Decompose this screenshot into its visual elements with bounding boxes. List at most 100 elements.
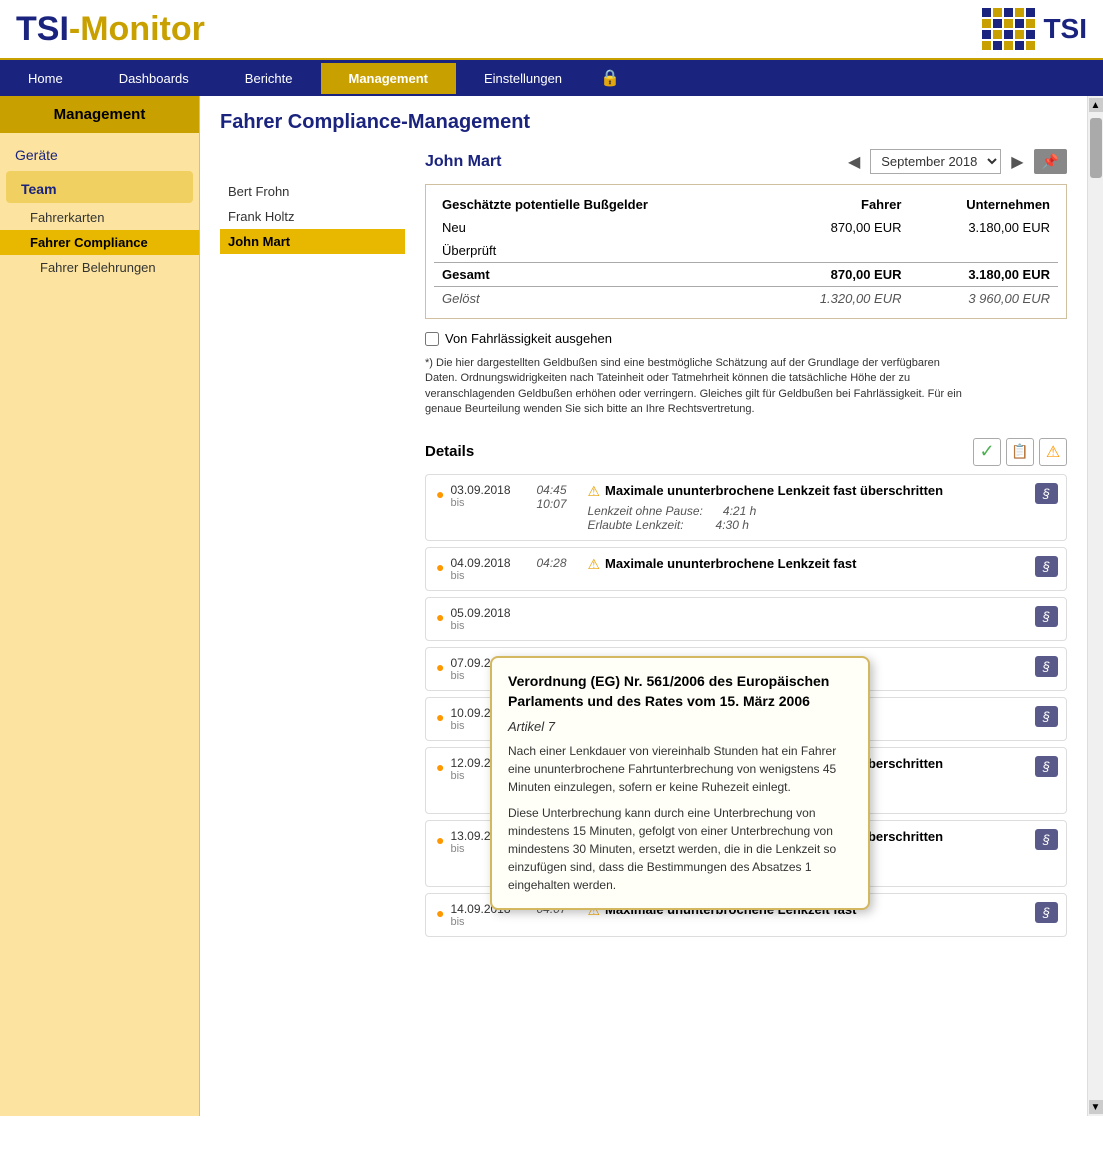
action-check-btn[interactable]: ✓ <box>973 438 1001 466</box>
par-btn-4[interactable]: § <box>1035 656 1058 677</box>
fine-col-header-unternehmen: Unternehmen <box>909 193 1058 216</box>
title-tsi: TSI <box>16 10 69 48</box>
detail-dot-6: ● <box>436 759 444 775</box>
app-title: TSI-Monitor <box>16 10 205 49</box>
right-content: John Mart ◀ September 2018 ▶ 📌 <box>425 149 1067 943</box>
detail-time-2: 04:28 <box>536 556 581 570</box>
detail-content-2: ⚠ Maximale ununterbrochene Lenkzeit fast <box>587 556 1056 573</box>
sidebar-item-fahrer-compliance[interactable]: Fahrer Compliance <box>0 230 199 255</box>
tooltip-text1: Nach einer Lenkdauer von viereinhalb Stu… <box>508 742 852 796</box>
detail-content-1: ⚠ Maximale ununterbrochene Lenkzeit fast… <box>587 483 1056 532</box>
par-btn-3[interactable]: § <box>1035 606 1058 627</box>
fine-table-wrapper: Geschätzte potentielle Bußgelder Fahrer … <box>425 184 1067 319</box>
pin-btn[interactable]: 📌 <box>1034 149 1067 174</box>
nav-item-management[interactable]: Management <box>321 63 456 94</box>
par-btn-7[interactable]: § <box>1035 829 1058 850</box>
fine-fahrer-gesamt: 870,00 EUR <box>764 263 909 287</box>
month-select[interactable]: September 2018 <box>870 149 1001 174</box>
driver-item-bert[interactable]: Bert Frohn <box>220 179 405 204</box>
detail-dot-7: ● <box>436 832 444 848</box>
sidebar-item-fahrer-belehrungen[interactable]: Fahrer Belehrungen <box>0 255 199 280</box>
details-header-row: Details ✓ 📋 ⚠ <box>425 438 1067 466</box>
month-nav: ◀ September 2018 ▶ 📌 <box>842 149 1067 174</box>
par-btn-5[interactable]: § <box>1035 706 1058 727</box>
detail-date-1: 03.09.2018 bis <box>450 483 530 509</box>
scroll-up-btn[interactable]: ▲ <box>1089 98 1103 112</box>
driver-item-frank[interactable]: Frank Holtz <box>220 204 405 229</box>
prev-month-btn[interactable]: ◀ <box>842 150 866 174</box>
next-month-btn[interactable]: ▶ <box>1005 150 1029 174</box>
detail-time-1: 04:45 10:07 <box>536 483 581 511</box>
tooltip-article: Artikel 7 <box>508 719 852 734</box>
nav-bar: Home Dashboards Berichte Management Eins… <box>0 60 1103 96</box>
header: TSI-Monitor TSI <box>0 0 1103 60</box>
detail-date-2: 04.09.2018 bis <box>450 556 530 582</box>
detail-main-text-1: Maximale ununterbrochene Lenkzeit fast ü… <box>605 483 943 498</box>
fine-fahrer-neu: 870,00 EUR <box>764 216 909 239</box>
fine-row-geloest: Gelöst 1.320,00 EUR 3 960,00 EUR <box>434 287 1058 311</box>
nav-item-einstellungen[interactable]: Einstellungen <box>456 63 590 94</box>
nav-item-berichte[interactable]: Berichte <box>217 63 321 94</box>
law-tooltip-popup: Verordnung (EG) Nr. 561/2006 des Europäi… <box>490 656 870 910</box>
fine-row-gesamt: Gesamt 870,00 EUR 3.180,00 EUR <box>434 263 1058 287</box>
driver-list: Bert Frohn Frank Holtz John Mart <box>220 149 405 943</box>
fine-row-ueberprueft: Überprüft <box>434 239 1058 263</box>
details-actions: ✓ 📋 ⚠ <box>973 438 1067 466</box>
par-btn-2[interactable]: § <box>1035 556 1058 577</box>
par-btn-1[interactable]: § <box>1035 483 1058 504</box>
fine-row-neu: Neu 870,00 EUR 3.180,00 EUR <box>434 216 1058 239</box>
detail-dot-1: ● <box>436 486 444 502</box>
detail-warn-icon-1: ⚠ <box>587 483 600 500</box>
fine-label-neu: Neu <box>434 216 764 239</box>
fine-col-header-fahrer: Fahrer <box>764 193 909 216</box>
tooltip-text2: Diese Unterbrechung kann durch eine Unte… <box>508 804 852 894</box>
scrollbar[interactable]: ▲ ▼ <box>1087 96 1103 1116</box>
detail-dot-3: ● <box>436 609 444 625</box>
scroll-down-btn[interactable]: ▼ <box>1089 1100 1103 1114</box>
lock-icon: 🔒 <box>590 60 630 96</box>
fine-unternehmen-gesamt: 3.180,00 EUR <box>909 263 1058 287</box>
detail-dot-2: ● <box>436 559 444 575</box>
action-clipboard-btn[interactable]: 📋 <box>1006 438 1034 466</box>
action-warning-btn[interactable]: ⚠ <box>1039 438 1067 466</box>
header-logo: TSI <box>982 8 1087 50</box>
detail-dot-5: ● <box>436 709 444 725</box>
fine-unternehmen-neu: 3.180,00 EUR <box>909 216 1058 239</box>
detail-main-text-2: Maximale ununterbrochene Lenkzeit fast <box>605 556 856 571</box>
par-btn-8[interactable]: § <box>1035 902 1058 923</box>
footnote: *) Die hier dargestellten Geldbußen sind… <box>425 356 975 418</box>
title-monitor: -Monitor <box>69 10 205 48</box>
sidebar-team[interactable]: Team <box>6 171 193 203</box>
selected-driver-name: John Mart <box>425 153 842 171</box>
fine-label-ueberprueft: Überprüft <box>434 239 764 263</box>
details-title: Details <box>425 443 973 460</box>
detail-warn-icon-2: ⚠ <box>587 556 600 573</box>
checkbox-row: Von Fahrlässigkeit ausgehen <box>425 331 1067 346</box>
checkbox-label: Von Fahrlässigkeit ausgehen <box>445 331 612 346</box>
sidebar-section-title: Management <box>0 96 199 133</box>
page-title: Fahrer Compliance-Management <box>220 111 1067 134</box>
detail-row-3: ● 05.09.2018 bis § <box>425 597 1067 641</box>
par-btn-6[interactable]: § <box>1035 756 1058 777</box>
fine-label-gesamt: Gesamt <box>434 263 764 287</box>
nav-item-home[interactable]: Home <box>0 63 91 94</box>
tooltip-title: Verordnung (EG) Nr. 561/2006 des Europäi… <box>508 672 852 711</box>
sidebar-geraete[interactable]: Geräte <box>0 137 199 169</box>
nav-item-dashboards[interactable]: Dashboards <box>91 63 217 94</box>
detail-dot-4: ● <box>436 659 444 675</box>
fine-label-geloest: Gelöst <box>434 287 764 311</box>
sidebar-item-fahrerkarten[interactable]: Fahrerkarten <box>0 205 199 230</box>
scroll-thumb[interactable] <box>1090 118 1102 178</box>
fine-table: Geschätzte potentielle Bußgelder Fahrer … <box>434 193 1058 310</box>
fine-col-header-label: Geschätzte potentielle Bußgelder <box>434 193 764 216</box>
detail-row-1: ● 03.09.2018 bis 04:45 10:07 ⚠ M <box>425 474 1067 541</box>
driver-header-row: John Mart ◀ September 2018 ▶ 📌 <box>425 149 1067 174</box>
detail-dot-8: ● <box>436 905 444 921</box>
fahrlaessigkeit-checkbox[interactable] <box>425 332 439 346</box>
main-content: Fahrer Compliance-Management Bert Frohn … <box>200 96 1087 1116</box>
detail-date-3: 05.09.2018 bis <box>450 606 530 632</box>
fine-unternehmen-geloest: 3 960,00 EUR <box>909 287 1058 311</box>
driver-item-john[interactable]: John Mart <box>220 229 405 254</box>
fine-fahrer-geloest: 1.320,00 EUR <box>764 287 909 311</box>
sidebar: Management Geräte Team Fahrerkarten Fahr… <box>0 96 200 1116</box>
